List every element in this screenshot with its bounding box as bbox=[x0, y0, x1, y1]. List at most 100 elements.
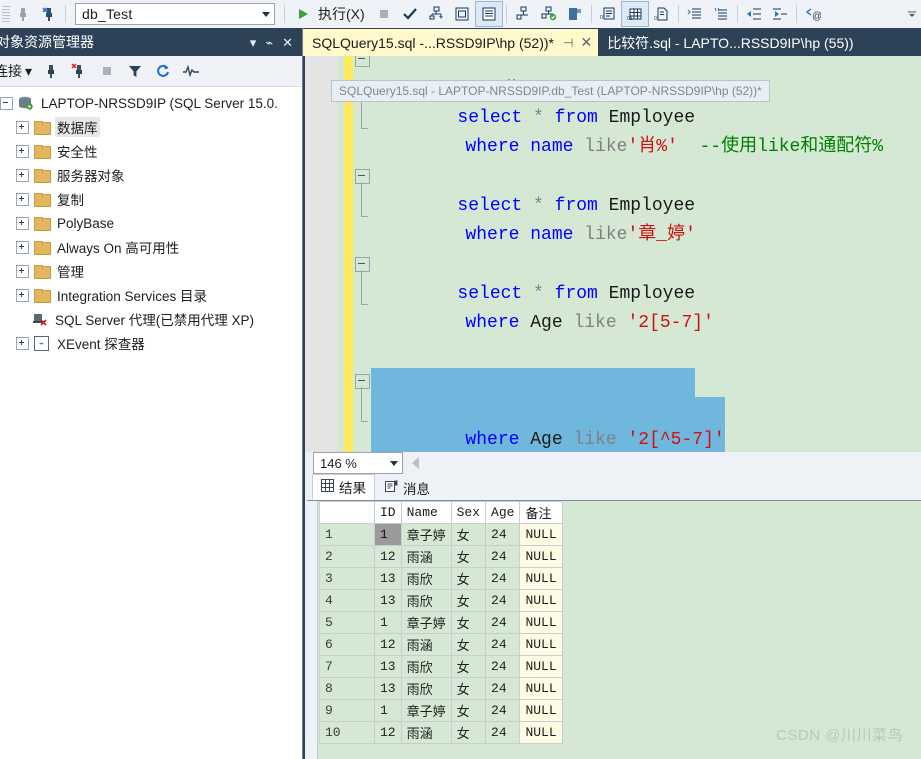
database-dropdown[interactable]: db_Test bbox=[75, 3, 275, 25]
tree-node-replication[interactable]: 复制 bbox=[0, 187, 302, 211]
expand-toggle[interactable] bbox=[16, 168, 29, 182]
cell-name[interactable]: 雨欣 bbox=[400, 655, 452, 678]
cell-name[interactable]: 雨涵 bbox=[400, 633, 452, 656]
disconnect-icon[interactable] bbox=[66, 59, 92, 83]
cell-sex[interactable]: 女 bbox=[450, 633, 487, 656]
estimated-plan-icon[interactable] bbox=[423, 2, 449, 26]
parse-check-icon[interactable] bbox=[397, 2, 423, 26]
zoom-level-dropdown[interactable]: 146 % bbox=[313, 452, 403, 474]
refresh-icon[interactable] bbox=[150, 59, 176, 83]
filter-icon[interactable] bbox=[122, 59, 148, 83]
activity-monitor-icon[interactable] bbox=[178, 59, 204, 83]
cell-sex[interactable]: 女 bbox=[450, 589, 487, 612]
cell-age[interactable]: 24 bbox=[485, 699, 521, 722]
cell-id[interactable]: 1 bbox=[374, 523, 402, 546]
fold-toggle[interactable] bbox=[355, 257, 370, 272]
pin-icon[interactable]: ⊣ bbox=[563, 36, 573, 50]
tree-node-server-objects[interactable]: 服务器对象 bbox=[0, 163, 302, 187]
pin-icon[interactable]: ⌁ bbox=[265, 36, 273, 49]
results-to-grid-icon[interactable]: 01 bbox=[620, 1, 649, 27]
table-row[interactable]: 1 1 章子婷 女 24 NULL bbox=[319, 523, 563, 546]
tree-node-sql-server-agent[interactable]: SQL Server 代理(已禁用代理 XP) bbox=[0, 307, 302, 331]
cell-name[interactable]: 雨欣 bbox=[400, 567, 452, 590]
cell-name[interactable]: 章子婷 bbox=[400, 611, 452, 634]
increase-indent-icon[interactable] bbox=[767, 2, 793, 26]
cell-age[interactable]: 24 bbox=[485, 677, 521, 700]
display-plan-icon[interactable] bbox=[510, 2, 536, 26]
collapse-toggle[interactable] bbox=[0, 96, 13, 110]
cell-age[interactable]: 24 bbox=[485, 655, 521, 678]
cell-age[interactable]: 24 bbox=[485, 589, 521, 612]
cell-id[interactable]: 12 bbox=[374, 545, 402, 568]
table-row[interactable]: 3 13 雨欣 女 24 NULL bbox=[319, 567, 563, 590]
tab-results[interactable]: 结果 bbox=[312, 474, 375, 500]
connect-menu-button[interactable]: 连接 ▾ bbox=[0, 61, 32, 81]
table-row[interactable]: 6 12 雨涵 女 24 NULL bbox=[319, 633, 563, 656]
cell-remark[interactable]: NULL bbox=[519, 545, 563, 568]
cell-sex[interactable]: 女 bbox=[450, 611, 487, 634]
tree-node-security[interactable]: 安全性 bbox=[0, 139, 302, 163]
cell-remark[interactable]: NULL bbox=[519, 567, 563, 590]
expand-toggle[interactable] bbox=[16, 264, 29, 278]
tree-node-server[interactable]: LAPTOP-NRSSD9IP (SQL Server 15.0. bbox=[0, 91, 302, 115]
cell-age[interactable]: 24 bbox=[485, 567, 521, 590]
cell-name[interactable]: 章子婷 bbox=[400, 699, 452, 722]
cell-remark[interactable]: NULL bbox=[519, 633, 563, 656]
cell-id[interactable]: 13 bbox=[374, 655, 402, 678]
results-to-file-icon[interactable]: 01 bbox=[649, 2, 675, 26]
cell-id[interactable]: 1 bbox=[374, 611, 402, 634]
results-to-text-icon[interactable]: 01 bbox=[595, 2, 621, 26]
cell-id[interactable]: 12 bbox=[374, 721, 402, 744]
cell-name[interactable]: 雨涵 bbox=[400, 545, 452, 568]
cell-sex[interactable]: 女 bbox=[450, 677, 487, 700]
column-header-sex[interactable]: Sex bbox=[450, 501, 487, 524]
cell-name[interactable]: 雨涵 bbox=[400, 721, 452, 744]
expand-toggle[interactable] bbox=[16, 144, 29, 158]
stop-icon[interactable] bbox=[371, 2, 397, 26]
tree-node-databases[interactable]: 数据库 bbox=[0, 115, 302, 139]
cell-id[interactable]: 13 bbox=[374, 589, 402, 612]
cell-sex[interactable]: 女 bbox=[450, 523, 487, 546]
cell-id[interactable]: 1 bbox=[374, 699, 402, 722]
table-row[interactable]: 9 1 章子婷 女 24 NULL bbox=[319, 699, 563, 722]
tree-node-management[interactable]: 管理 bbox=[0, 259, 302, 283]
close-icon[interactable]: ✕ bbox=[282, 36, 293, 49]
cell-name[interactable]: 雨欣 bbox=[400, 589, 452, 612]
tree-node-polybase[interactable]: PolyBase bbox=[0, 211, 302, 235]
cell-age[interactable]: 24 bbox=[485, 545, 521, 568]
cell-remark[interactable]: NULL bbox=[519, 589, 563, 612]
column-header-name[interactable]: Name bbox=[400, 501, 452, 524]
tree-node-integration-services[interactable]: Integration Services 目录 bbox=[0, 283, 302, 307]
table-row[interactable]: 2 12 雨涵 女 24 NULL bbox=[319, 545, 563, 568]
cell-remark[interactable]: NULL bbox=[519, 721, 563, 744]
specify-values-icon[interactable]: @ bbox=[800, 2, 826, 26]
cell-age[interactable]: 24 bbox=[485, 523, 521, 546]
cell-sex[interactable]: 女 bbox=[450, 545, 487, 568]
expand-toggle[interactable] bbox=[16, 216, 29, 230]
scroll-left-icon[interactable] bbox=[412, 457, 419, 469]
column-header-remark[interactable]: 备注 bbox=[519, 501, 563, 524]
toolbar-grip[interactable] bbox=[2, 6, 10, 22]
decrease-indent-icon[interactable] bbox=[741, 2, 767, 26]
tab-messages[interactable]: 消息 bbox=[377, 476, 438, 500]
tree-node-always-on[interactable]: Always On 高可用性 bbox=[0, 235, 302, 259]
live-stats-icon[interactable] bbox=[536, 2, 562, 26]
cell-remark[interactable]: NULL bbox=[519, 655, 563, 678]
expand-toggle[interactable] bbox=[16, 288, 29, 302]
results-grid[interactable]: ID Name Sex Age 备注 1 1 章子婷 女 24 NULL 2 1… bbox=[319, 501, 563, 744]
tab-comparison-sql[interactable]: 比较符.sql - LAPTO...RSSD9IP\hp (55)) bbox=[598, 29, 860, 56]
cell-remark[interactable]: NULL bbox=[519, 699, 563, 722]
cell-sex[interactable]: 女 bbox=[450, 655, 487, 678]
table-row[interactable]: 7 13 雨欣 女 24 NULL bbox=[319, 655, 563, 678]
expand-toggle[interactable] bbox=[16, 240, 29, 254]
close-icon[interactable]: ✕ bbox=[580, 34, 592, 51]
connect-icon[interactable] bbox=[38, 59, 64, 83]
cell-name[interactable]: 章子婷 bbox=[400, 523, 452, 546]
cell-id[interactable]: 13 bbox=[374, 677, 402, 700]
fold-toggle[interactable] bbox=[355, 374, 370, 389]
cell-id[interactable]: 13 bbox=[374, 567, 402, 590]
cell-remark[interactable]: NULL bbox=[519, 523, 563, 546]
table-row[interactable]: 8 13 雨欣 女 24 NULL bbox=[319, 677, 563, 700]
uncomment-icon[interactable] bbox=[708, 2, 734, 26]
cell-age[interactable]: 24 bbox=[485, 633, 521, 656]
